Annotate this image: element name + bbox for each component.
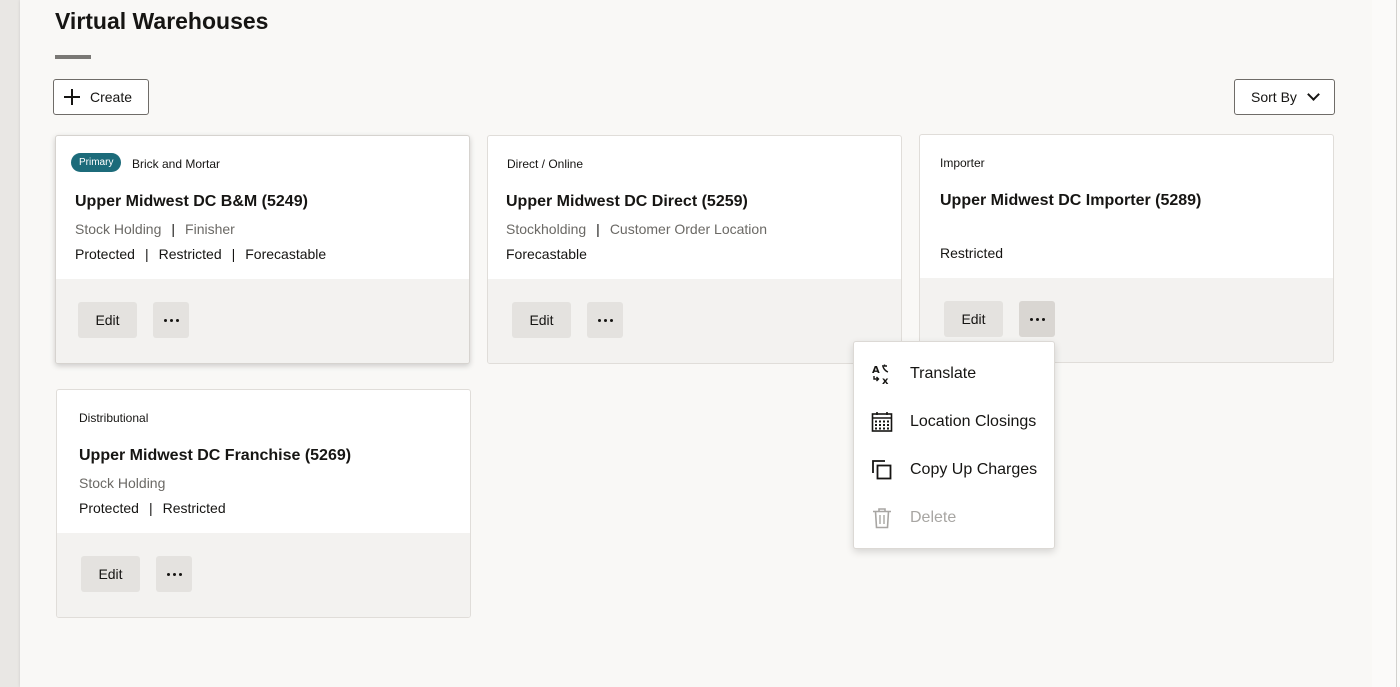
card-title: Upper Midwest DC Importer (5289)	[940, 192, 1202, 209]
card-attributes: Stock Holding	[79, 475, 165, 491]
more-actions-button[interactable]	[1019, 301, 1055, 337]
more-horizontal-icon	[166, 572, 182, 576]
edit-button[interactable]: Edit	[512, 302, 571, 338]
more-horizontal-icon	[1029, 317, 1045, 321]
create-button[interactable]: Create	[53, 79, 149, 115]
more-horizontal-icon	[163, 318, 179, 322]
card-type: Importer	[940, 156, 985, 170]
translate-icon: A x	[872, 364, 889, 385]
page-title: Virtual Warehouses	[55, 8, 269, 34]
edit-button[interactable]: Edit	[78, 302, 137, 338]
flag: Restricted	[158, 246, 222, 262]
warehouse-card[interactable]: Importer Upper Midwest DC Importer (5289…	[919, 134, 1334, 363]
flag: Forecastable	[245, 246, 327, 262]
flag: Restricted	[940, 245, 1004, 261]
card-flags: Forecastable	[506, 246, 587, 262]
more-horizontal-icon	[597, 318, 613, 322]
more-actions-button[interactable]	[153, 302, 189, 338]
card-flags: Protected | Restricted	[79, 500, 226, 516]
copy-icon	[872, 460, 892, 480]
scrollbar-track[interactable]	[1372, 0, 1400, 687]
card-flags: Restricted	[940, 245, 1003, 261]
primary-badge: Primary	[71, 153, 122, 172]
plus-icon	[64, 89, 80, 105]
flag: Restricted	[162, 500, 226, 516]
card-type: Direct / Online	[507, 157, 584, 171]
attribute: Stock Holding	[75, 221, 162, 237]
card-flags: Protected | Restricted | Forecastable	[75, 246, 327, 262]
menu-item-label: Delete	[910, 509, 957, 526]
menu-item-translate[interactable]: A x Translate	[854, 350, 1054, 398]
card-footer: Edit	[488, 279, 901, 363]
warehouse-card[interactable]: Primary Brick and Mortar Upper Midwest D…	[55, 135, 470, 364]
svg-text:x: x	[882, 376, 889, 385]
attribute: Finisher	[185, 221, 235, 237]
attribute: Stock Holding	[79, 475, 166, 491]
card-title: Upper Midwest DC Franchise (5269)	[79, 447, 352, 464]
menu-item-label: Translate	[910, 365, 977, 382]
edit-button[interactable]: Edit	[81, 556, 140, 592]
svg-text:A: A	[872, 365, 880, 376]
card-type: Distributional	[79, 411, 149, 425]
warehouse-card[interactable]: Direct / Online Upper Midwest DC Direct …	[487, 135, 902, 364]
card-footer: Edit	[57, 533, 470, 617]
flag: Protected	[75, 246, 135, 262]
menu-item-location-closings[interactable]: Location Closings	[854, 398, 1054, 446]
menu-item-copy-up-charges[interactable]: Copy Up Charges	[854, 446, 1054, 494]
more-actions-button[interactable]	[587, 302, 623, 338]
attribute: Customer Order Location	[609, 221, 767, 237]
flag: Protected	[79, 500, 139, 516]
sort-by-label: Sort By	[1251, 89, 1297, 105]
card-type: Brick and Mortar	[132, 157, 221, 171]
create-button-label: Create	[90, 89, 133, 105]
edit-button[interactable]: Edit	[944, 301, 1003, 337]
sort-by-button[interactable]: Sort By	[1234, 79, 1335, 115]
menu-item-label: Copy Up Charges	[910, 461, 1038, 478]
card-footer: Edit	[56, 279, 469, 363]
card-attributes: Stockholding | Customer Order Location	[506, 221, 767, 237]
card-attributes: Stock Holding | Finisher	[75, 221, 235, 237]
attribute: Stockholding	[506, 221, 587, 237]
actions-menu: A x Translate Location Closings Copy Up …	[853, 341, 1055, 549]
card-title: Upper Midwest DC B&M (5249)	[75, 193, 308, 210]
chevron-down-icon	[1307, 88, 1320, 101]
menu-item-label: Location Closings	[910, 413, 1037, 430]
menu-item-delete: Delete	[854, 494, 1054, 542]
card-title: Upper Midwest DC Direct (5259)	[506, 193, 748, 210]
warehouse-card[interactable]: Distributional Upper Midwest DC Franchis…	[56, 389, 471, 618]
page-surface: Virtual Warehouses Create Sort By Primar…	[20, 0, 1372, 687]
flag: Forecastable	[506, 246, 587, 262]
more-actions-button[interactable]	[156, 556, 192, 592]
title-underline	[55, 55, 91, 59]
trash-icon	[873, 508, 891, 529]
calendar-icon	[871, 412, 893, 432]
